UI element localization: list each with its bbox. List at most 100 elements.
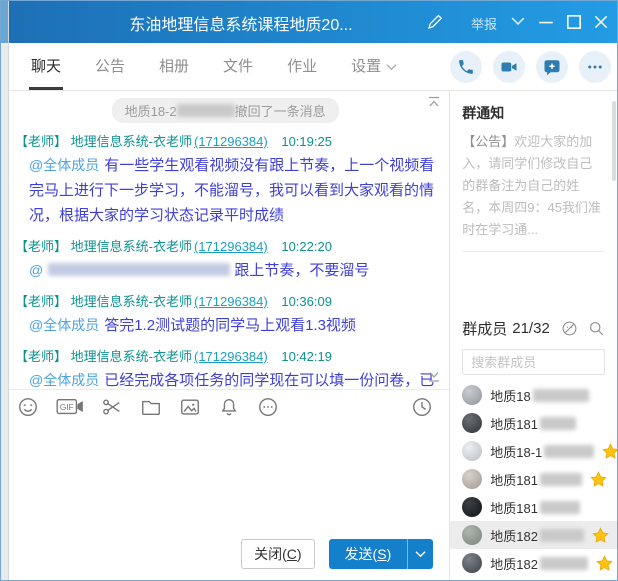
sender-uid-link[interactable]: (171296384) — [194, 239, 268, 254]
chat-history[interactable]: 地质18-2撤回了一条消息 【老师】 地理信息系统-衣老师(171296384)… — [1, 91, 449, 390]
sender-name[interactable]: 地理信息系统-衣老师 — [71, 134, 192, 149]
member-avatar — [462, 525, 482, 545]
emoji-icon[interactable] — [17, 396, 39, 418]
send-image-icon[interactable] — [179, 396, 201, 418]
message-time: 10:36:09 — [281, 294, 332, 309]
edit-title-icon[interactable] — [426, 13, 444, 31]
tab-settings[interactable]: 设置 — [349, 43, 399, 90]
star-badge-icon — [590, 471, 607, 488]
voice-call-button[interactable] — [450, 51, 482, 83]
member-row[interactable]: 地质181 — [450, 465, 617, 493]
tab-announcement[interactable]: 公告 — [93, 43, 127, 90]
report-button[interactable]: 举报 — [471, 14, 497, 33]
close-chat-button[interactable]: 关闭(C) — [241, 539, 314, 569]
maximize-button[interactable] — [565, 13, 583, 31]
scroll-to-top-icon[interactable] — [427, 96, 441, 108]
member-row[interactable]: 地质18-1 — [450, 437, 617, 465]
members-header: 群成员 21/32 — [462, 318, 605, 339]
sidebar-scrollbar-thumb[interactable] — [612, 101, 616, 181]
titlebar[interactable]: 东油地理信息系统课程地质20... 举报 — [1, 1, 617, 43]
minimize-button[interactable] — [537, 13, 555, 31]
phone-icon — [457, 58, 475, 76]
call-actions — [450, 51, 617, 83]
sender-uid-link[interactable]: (171296384) — [194, 349, 268, 364]
mention-students[interactable]: @ — [29, 262, 43, 278]
sender-name[interactable]: 地理信息系统-衣老师 — [71, 294, 192, 309]
sidebar-divider — [462, 251, 605, 252]
chat-message: 【老师】 地理信息系统-衣老师(171296384) 10:36:09 @全体成… — [15, 291, 435, 338]
tab-settings-label: 设置 — [351, 43, 381, 90]
titlebar-chevron-down-icon[interactable] — [511, 16, 525, 26]
group-post-button[interactable] — [536, 51, 568, 83]
gif-hot-pic-icon[interactable]: GIF — [56, 396, 84, 418]
member-row[interactable]: 地质182 — [450, 549, 617, 577]
member-name: 地质181 — [490, 470, 538, 489]
member-name: 地质182 — [490, 526, 538, 545]
main-area: 地质18-2撤回了一条消息 【老师】 地理信息系统-衣老师(171296384)… — [1, 91, 617, 580]
group-notice-body[interactable]: 【公告】欢迎大家的加入，请同学们修改自己的群备注为自己的姓名，本周四9：45我们… — [462, 131, 605, 241]
sender-role: 【老师】 — [15, 134, 67, 149]
tab-files[interactable]: 文件 — [221, 43, 255, 90]
video-camera-icon — [500, 58, 518, 76]
tab-homework[interactable]: 作业 — [285, 43, 319, 90]
tab-album[interactable]: 相册 — [157, 43, 191, 90]
star-badge-icon — [592, 527, 609, 544]
send-options-arrow[interactable] — [407, 539, 433, 569]
notification-bell-icon[interactable] — [218, 396, 240, 418]
sender-name[interactable]: 地理信息系统-衣老师 — [71, 349, 192, 364]
message-text: 答完1.2测试题的同学马上观看1.3视频 — [104, 317, 356, 334]
member-row-highlighted[interactable]: 地质182 — [450, 521, 617, 549]
member-row[interactable]: 地质18 — [450, 381, 617, 409]
send-button[interactable]: 发送(S) — [329, 539, 434, 569]
mention-all[interactable]: @全体成员 — [29, 157, 99, 173]
group-notice-title[interactable]: 群通知 — [462, 103, 605, 123]
censored-name — [540, 557, 588, 570]
mention-all[interactable]: @全体成员 — [29, 372, 99, 388]
mention-all[interactable]: @全体成员 — [29, 317, 99, 333]
window-title: 东油地理信息系统课程地质20... — [71, 11, 411, 35]
member-name: 地质181 — [490, 498, 538, 517]
gif-label: GIF — [60, 403, 74, 412]
member-avatar — [462, 413, 482, 433]
qq-group-chat-window: 东油地理信息系统课程地质20... 举报 聊天 公告 相册 文件 作业 设置 — [0, 0, 618, 581]
message-time: 10:42:19 — [281, 349, 332, 364]
member-row[interactable]: 地质181 — [450, 493, 617, 521]
censored-name — [540, 501, 580, 514]
send-file-folder-icon[interactable] — [140, 396, 162, 418]
video-call-button[interactable] — [493, 51, 525, 83]
sender-role: 【老师】 — [15, 239, 67, 254]
chat-message: 【老师】 地理信息系统-衣老师(171296384) 10:22:20 @ 跟上… — [15, 236, 435, 283]
member-search-input[interactable] — [462, 349, 605, 375]
screenshot-scissors-icon[interactable] — [101, 396, 123, 418]
close-window-button[interactable] — [592, 13, 610, 31]
composer-toolbar: GIF — [1, 390, 449, 424]
tab-chat[interactable]: 聊天 — [29, 43, 63, 90]
recall-action: 撤回了一条消息 — [235, 104, 326, 119]
chat-message: 【老师】 地理信息系统-衣老师(171296384) 10:42:19 @全体成… — [15, 346, 435, 390]
more-tools-icon[interactable] — [257, 396, 279, 418]
member-list: 地质18 地质181 地质18-1 地质181 — [462, 381, 605, 580]
member-avatar — [462, 553, 482, 573]
more-actions-button[interactable] — [579, 51, 611, 83]
search-members-icon[interactable] — [588, 320, 605, 337]
scroll-to-bottom-icon[interactable] — [427, 371, 441, 383]
member-name: 地质181 — [490, 414, 538, 433]
chat-message: 【老师】 地理信息系统-衣老师(171296384) 10:19:25 @全体成… — [15, 131, 435, 228]
censored-name — [544, 445, 594, 458]
mute-all-icon[interactable] — [561, 320, 578, 337]
sender-uid-link[interactable]: (171296384) — [194, 134, 268, 149]
settings-chevron-down-icon — [386, 63, 397, 71]
member-name: 地质18 — [490, 386, 530, 405]
message-input-area[interactable] — [1, 424, 449, 528]
member-avatar — [462, 497, 482, 517]
sender-name[interactable]: 地理信息系统-衣老师 — [71, 239, 192, 254]
member-avatar — [462, 441, 482, 461]
ellipsis-icon — [586, 58, 604, 76]
chat-panel: 地质18-2撤回了一条消息 【老师】 地理信息系统-衣老师(171296384)… — [1, 91, 450, 580]
member-row[interactable]: 地质2 — [450, 577, 617, 580]
censored-name — [540, 473, 582, 486]
member-row[interactable]: 地质181 — [450, 409, 617, 437]
sender-uid-link[interactable]: (171296384) — [194, 294, 268, 309]
censored-name — [540, 529, 584, 542]
message-history-clock-icon[interactable] — [411, 396, 433, 418]
